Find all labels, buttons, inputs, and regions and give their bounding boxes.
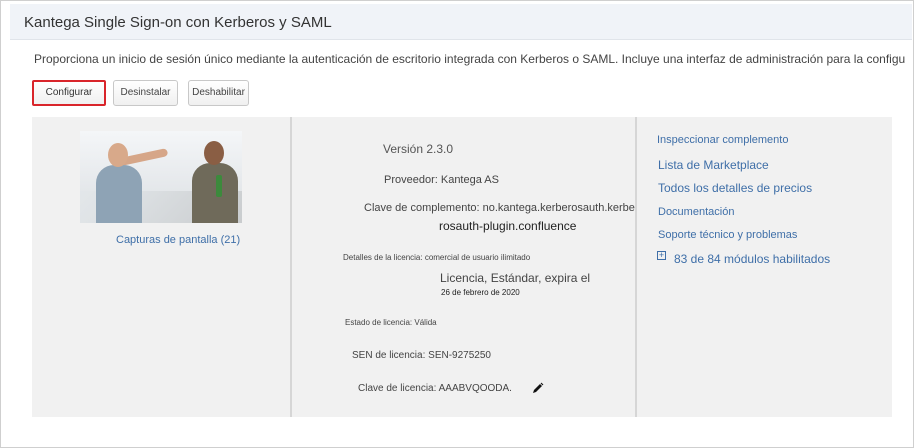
addon-key-continuation: rosauth-plugin.confluence bbox=[439, 219, 577, 233]
uninstall-button[interactable]: Desinstalar bbox=[113, 80, 178, 106]
column-divider bbox=[290, 117, 292, 417]
license-sen-text: SEN de licencia: SEN-9275250 bbox=[352, 350, 491, 361]
license-type-text: Licencia, Estándar, expira el bbox=[440, 271, 591, 285]
inspect-addon-link[interactable]: Inspeccionar complemento bbox=[657, 134, 788, 146]
pricing-details-link[interactable]: Todos los detalles de precios bbox=[658, 181, 812, 195]
marketplace-link[interactable]: Lista de Marketplace bbox=[658, 158, 769, 172]
addon-key-text: Clave de complemento: no.kantega.kerbero… bbox=[364, 202, 635, 214]
license-status-text: Estado de licencia: Válida bbox=[345, 318, 437, 327]
plus-icon[interactable]: + bbox=[657, 251, 666, 260]
license-key-text: Clave de licencia: AAABVQOODA. bbox=[358, 383, 512, 394]
modules-enabled-link[interactable]: 83 de 84 módulos habilitados bbox=[674, 252, 830, 266]
pencil-icon[interactable] bbox=[532, 382, 544, 394]
license-details-text: Detalles de la licencia: comercial de us… bbox=[343, 253, 531, 262]
configure-button[interactable]: Configurar bbox=[32, 80, 106, 106]
disable-button[interactable]: Deshabilitar bbox=[188, 80, 249, 106]
support-link[interactable]: Soporte técnico y problemas bbox=[658, 229, 797, 241]
version-text: Versión 2.3.0 bbox=[383, 142, 454, 156]
column-divider bbox=[635, 117, 637, 417]
license-expiry-date: 26 de febrero de 2020 bbox=[441, 288, 520, 297]
provider-text: Proveedor: Kantega AS bbox=[384, 174, 499, 186]
addon-description: Proporciona un inicio de sesión único me… bbox=[34, 52, 906, 66]
addon-header[interactable]: Kantega Single Sign-on con Kerberos y SA… bbox=[10, 4, 912, 40]
addon-title: Kantega Single Sign-on con Kerberos y SA… bbox=[24, 14, 332, 31]
documentation-link[interactable]: Documentación bbox=[658, 206, 734, 218]
screenshot-thumbnail[interactable] bbox=[80, 131, 242, 223]
screenshots-link[interactable]: Capturas de pantalla (21) bbox=[116, 234, 240, 246]
